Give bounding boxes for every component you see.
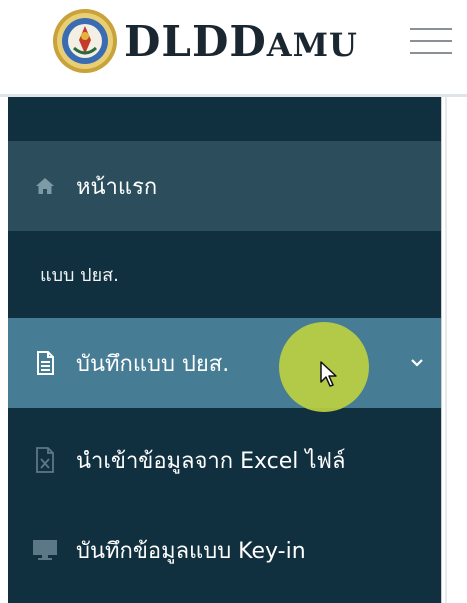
brand-part-1: DLD [124, 17, 230, 66]
sidebar-section-label: แบบ ปยส. [40, 265, 119, 286]
sidebar-item-label: บันทึกแบบ ปยส. [76, 351, 230, 377]
sidebar-item-label: บันทึกข้อมูลแบบ Key-in [76, 538, 306, 564]
sidebar-item-import-excel[interactable]: นำเข้าข้อมูลจาก Excel ไฟล์ [8, 415, 441, 505]
sidebar-item-record-form[interactable]: บันทึกแบบ ปยส. [8, 318, 441, 408]
top-header: DLDDAMU [0, 0, 467, 94]
chevron-down-icon[interactable] [410, 356, 424, 370]
hamburger-line [410, 40, 452, 42]
sidebar-item-label: หน้าแรก [76, 174, 158, 200]
brand-part-3: AMU [266, 26, 358, 64]
sidebar: หน้าแรก แบบ ปยส. บันทึกแบบ ปยส. นำเข้าข้… [8, 97, 441, 603]
excel-file-icon [32, 447, 58, 473]
document-icon [32, 350, 58, 376]
hamburger-line [410, 52, 452, 54]
brand-part-2: D [229, 17, 267, 66]
hamburger-menu-icon[interactable] [410, 26, 452, 56]
monitor-icon [32, 537, 58, 563]
hamburger-line [410, 28, 452, 30]
sidebar-scrollbar[interactable] [441, 97, 459, 603]
sidebar-item-label: นำเข้าข้อมูลจาก Excel ไฟล์ [76, 448, 346, 474]
mouse-cursor-icon [320, 361, 337, 387]
brand-title[interactable]: DLDDAMU [124, 17, 358, 76]
home-icon [32, 173, 58, 199]
government-seal-icon[interactable] [52, 8, 118, 74]
sidebar-item-home[interactable]: หน้าแรก [8, 141, 441, 231]
sidebar-item-key-in[interactable]: บันทึกข้อมูลแบบ Key-in [8, 505, 441, 595]
